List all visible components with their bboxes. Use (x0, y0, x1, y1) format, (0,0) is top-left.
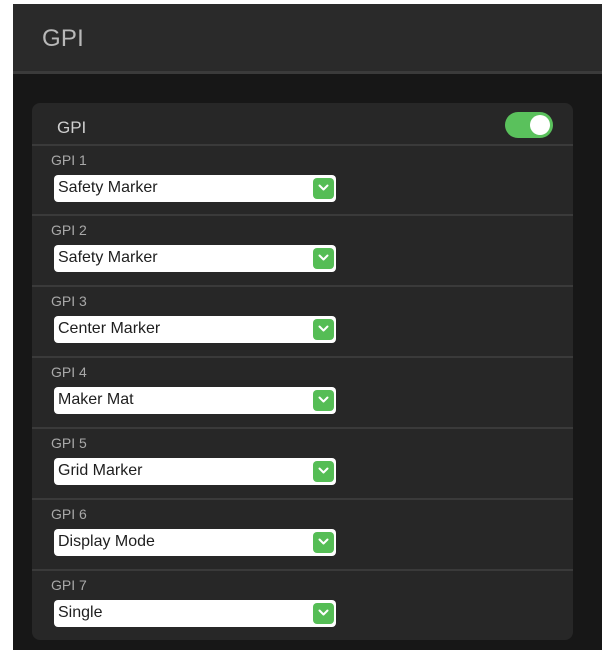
gpi-7-select[interactable]: Single (54, 600, 336, 627)
gpi-6-select[interactable]: Display Mode (54, 529, 336, 556)
gpi-2-select[interactable]: Safety Marker (54, 245, 336, 272)
gpi-row-3: GPI 3 Center Marker (32, 285, 573, 355)
gpi-row-2: GPI 2 Safety Marker (32, 214, 573, 284)
chevron-down-icon[interactable] (313, 390, 334, 411)
chevron-down-icon[interactable] (313, 248, 334, 269)
select-value: Safety Marker (58, 249, 158, 266)
select-value: Center Marker (58, 320, 161, 337)
gpi-row-7: GPI 7 Single (32, 569, 573, 639)
app-window: GPI GPI GPI 1 Safety Marker GPI 2 Safety… (13, 4, 602, 650)
gpi-row-6: GPI 6 Display Mode (32, 498, 573, 568)
gpi-3-select[interactable]: Center Marker (54, 316, 336, 343)
panel-title: GPI (57, 118, 87, 137)
gpi-row-label: GPI 6 (51, 506, 87, 522)
header-divider (13, 71, 602, 74)
gpi-row-label: GPI 4 (51, 364, 87, 380)
select-value: Safety Marker (58, 179, 158, 196)
chevron-down-icon[interactable] (313, 603, 334, 624)
select-value: Display Mode (58, 533, 155, 550)
chevron-down-icon[interactable] (313, 532, 334, 553)
select-value: Single (58, 604, 103, 621)
gpi-row-4: GPI 4 Maker Mat (32, 356, 573, 426)
gpi-4-select[interactable]: Maker Mat (54, 387, 336, 414)
select-value: Grid Marker (58, 462, 143, 479)
gpi-settings-panel: GPI GPI 1 Safety Marker GPI 2 Safety Mar… (32, 103, 573, 640)
gpi-row-5: GPI 5 Grid Marker (32, 427, 573, 497)
gpi-row-label: GPI 7 (51, 577, 87, 593)
gpi-row-label: GPI 5 (51, 435, 87, 451)
gpi-row-1: GPI 1 Safety Marker (32, 144, 573, 214)
select-value: Maker Mat (58, 391, 134, 408)
gpi-row-label: GPI 3 (51, 293, 87, 309)
page-title: GPI (42, 25, 84, 52)
gpi-row-label: GPI 2 (51, 222, 87, 238)
chevron-down-icon[interactable] (313, 178, 334, 199)
gpi-5-select[interactable]: Grid Marker (54, 458, 336, 485)
chevron-down-icon[interactable] (313, 461, 334, 482)
panel-header: GPI (32, 103, 573, 144)
gpi-1-select[interactable]: Safety Marker (54, 175, 336, 202)
chevron-down-icon[interactable] (313, 319, 334, 340)
toggle-knob (530, 115, 550, 135)
gpi-enable-toggle[interactable] (505, 112, 553, 138)
gpi-row-label: GPI 1 (51, 152, 87, 168)
page-header: GPI (13, 4, 602, 71)
